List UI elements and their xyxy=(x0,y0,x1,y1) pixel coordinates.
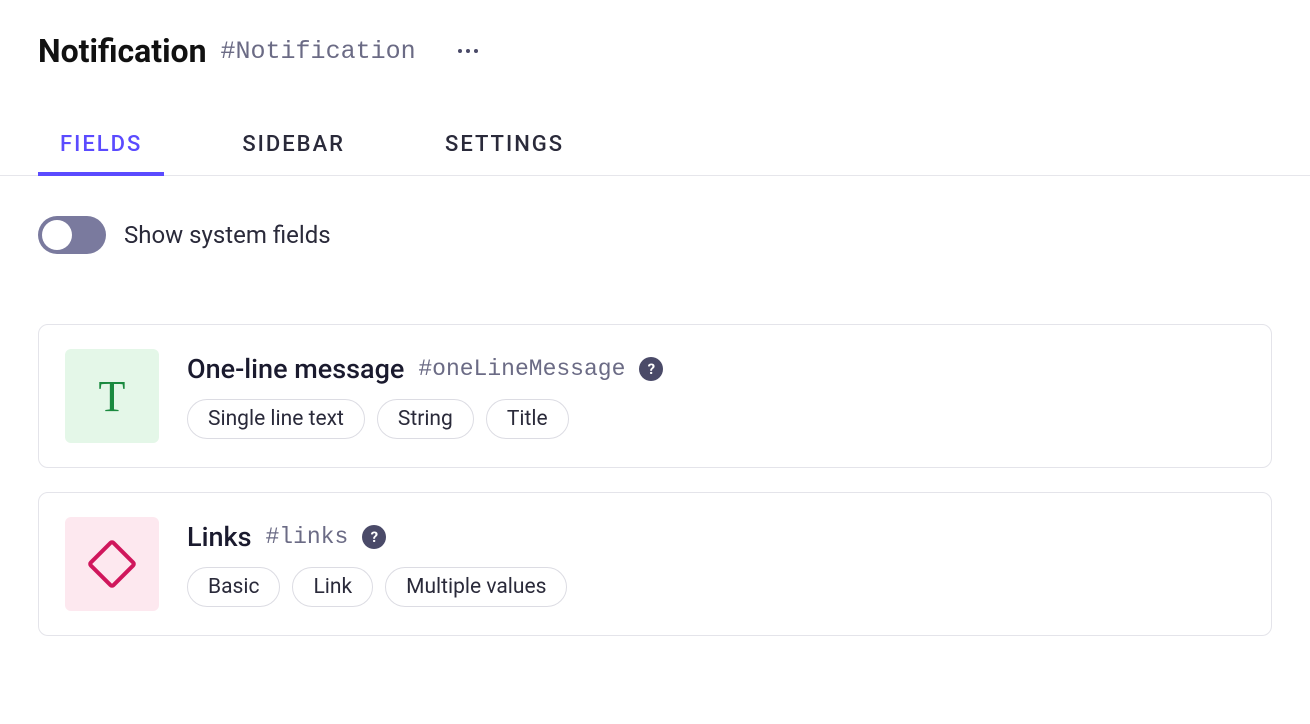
text-field-icon: T xyxy=(65,349,159,443)
field-title: One-line message xyxy=(187,353,404,385)
help-icon[interactable]: ? xyxy=(639,357,663,381)
chip: Link xyxy=(292,567,373,607)
page-title: Notification xyxy=(38,32,207,70)
tab-label: FIELDS xyxy=(60,132,142,157)
tab-sidebar[interactable]: SIDEBAR xyxy=(220,120,367,175)
chip: Basic xyxy=(187,567,280,607)
content-area: Show system fields T One-line message #o… xyxy=(0,176,1310,700)
chip: Single line text xyxy=(187,399,365,439)
tab-fields[interactable]: FIELDS xyxy=(38,120,164,175)
link-field-icon xyxy=(65,517,159,611)
field-hash: #oneLineMessage xyxy=(418,356,625,382)
chip: String xyxy=(377,399,474,439)
page-header: Notification #Notification xyxy=(0,0,1310,70)
system-fields-toggle-row: Show system fields xyxy=(38,216,1272,254)
chip: Title xyxy=(486,399,569,439)
toggle-label: Show system fields xyxy=(124,221,331,249)
field-title-row: Links #links ? xyxy=(187,521,1245,553)
page-title-hash: #Notification xyxy=(221,37,416,66)
field-chips: Basic Link Multiple values xyxy=(187,567,1245,607)
toggle-knob xyxy=(42,220,72,250)
help-icon[interactable]: ? xyxy=(362,525,386,549)
tab-bar: FIELDS SIDEBAR SETTINGS xyxy=(0,120,1310,176)
show-system-fields-toggle[interactable] xyxy=(38,216,106,254)
tab-settings[interactable]: SETTINGS xyxy=(423,120,586,175)
tab-label: SIDEBAR xyxy=(242,132,345,157)
field-body: One-line message #oneLineMessage ? Singl… xyxy=(187,353,1245,439)
field-title: Links xyxy=(187,521,251,553)
tab-label: SETTINGS xyxy=(445,132,564,157)
field-title-row: One-line message #oneLineMessage ? xyxy=(187,353,1245,385)
field-body: Links #links ? Basic Link Multiple value… xyxy=(187,521,1245,607)
diamond-icon xyxy=(87,539,138,590)
field-card-one-line-message[interactable]: T One-line message #oneLineMessage ? Sin… xyxy=(38,324,1272,468)
chip: Multiple values xyxy=(385,567,567,607)
field-hash: #links xyxy=(265,524,348,550)
field-card-links[interactable]: Links #links ? Basic Link Multiple value… xyxy=(38,492,1272,636)
more-icon[interactable] xyxy=(452,43,484,59)
field-chips: Single line text String Title xyxy=(187,399,1245,439)
